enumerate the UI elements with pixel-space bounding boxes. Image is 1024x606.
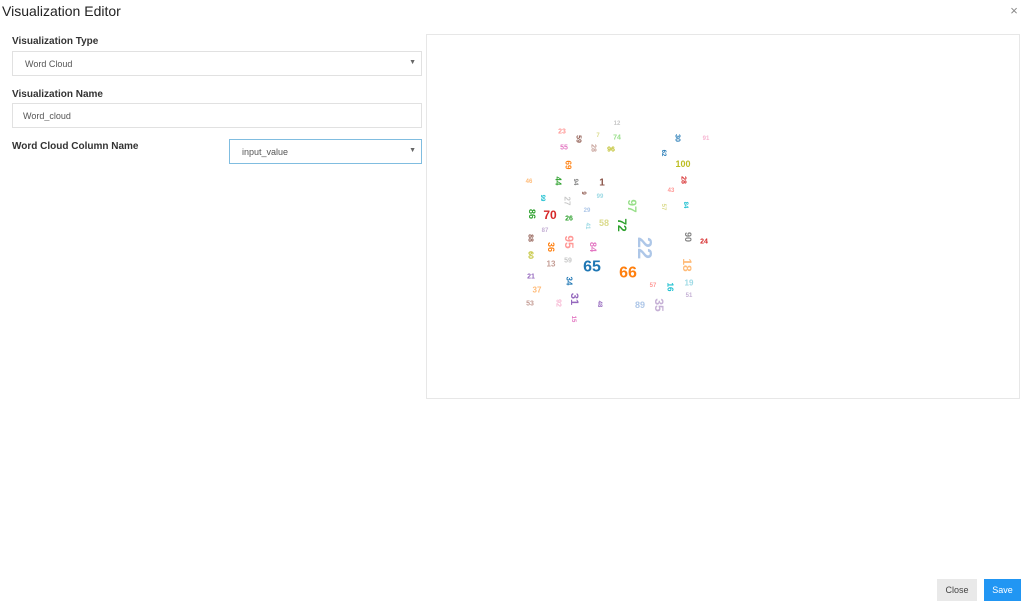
word-cloud-word: 19 xyxy=(685,279,694,288)
word-cloud-word: 99 xyxy=(597,194,604,200)
word-cloud-word: 28 xyxy=(590,144,597,152)
word-cloud-word: 24 xyxy=(700,239,708,246)
word-cloud-word: 55 xyxy=(560,145,568,152)
word-cloud-word: 86 xyxy=(527,209,537,219)
word-cloud-word: 29 xyxy=(584,208,591,214)
word-cloud-column-select[interactable]: input_value ▼ xyxy=(229,139,422,164)
word-cloud-word: 88 xyxy=(527,234,534,242)
word-cloud-word: 92 xyxy=(555,299,562,307)
word-cloud-word: 57 xyxy=(650,283,657,289)
word-cloud-word: 22 xyxy=(633,237,655,259)
word-cloud-word: 46 xyxy=(526,179,533,185)
word-cloud-word: 53 xyxy=(526,301,534,308)
word-cloud-word: 23 xyxy=(558,129,566,136)
close-icon[interactable]: × xyxy=(1007,4,1021,18)
word-cloud-word: 43 xyxy=(668,188,675,194)
word-cloud-word: 60 xyxy=(527,251,534,259)
word-cloud-word: 41 xyxy=(584,223,590,230)
word-cloud-chart: 122359 7 74 30 9155 28 96 6269 10046 44 94 1 284399 2… xyxy=(526,121,710,323)
word-cloud-word: 89 xyxy=(635,300,645,310)
visualization-type-label: Visualization Type xyxy=(12,36,99,47)
visualization-type-select[interactable]: Word Cloud ▼ xyxy=(12,51,422,76)
word-cloud-word: 84 xyxy=(588,242,598,252)
word-cloud-column-label: Word Cloud Column Name xyxy=(12,141,139,152)
word-cloud-word: 51 xyxy=(686,293,693,299)
word-cloud-word: 34 xyxy=(565,277,574,286)
word-cloud-word: 65 xyxy=(583,259,601,276)
word-cloud-word: 9 xyxy=(580,191,586,195)
word-cloud-word: 44 xyxy=(554,177,563,186)
word-cloud-word: 35 xyxy=(652,298,666,312)
word-cloud-word: 12 xyxy=(614,121,621,127)
word-cloud-word: 91 xyxy=(703,136,710,142)
word-cloud-word: 13 xyxy=(547,260,556,269)
word-cloud-word: 99 xyxy=(539,195,545,202)
word-cloud-word: 69 xyxy=(564,161,573,170)
visualization-name-label: Visualization Name xyxy=(12,89,103,100)
word-cloud-word: 21 xyxy=(527,274,535,281)
word-cloud-word: 18 xyxy=(680,258,694,272)
word-cloud-word: 36 xyxy=(546,242,556,252)
visualization-type-value: Word Cloud xyxy=(25,59,73,69)
word-cloud-word: 90 xyxy=(683,232,693,242)
close-button[interactable]: Close xyxy=(937,579,977,601)
word-cloud-word: 1 xyxy=(599,178,605,189)
chevron-down-icon: ▼ xyxy=(409,59,416,66)
word-cloud-word: 70 xyxy=(543,208,557,222)
word-cloud-word: 15 xyxy=(570,316,576,323)
word-cloud-word: 37 xyxy=(533,286,542,295)
word-cloud-word: 31 xyxy=(568,293,580,305)
word-cloud-word: 100 xyxy=(675,159,690,169)
chevron-down-icon: ▼ xyxy=(409,147,416,154)
word-cloud-word: 72 xyxy=(615,218,629,232)
word-cloud-word: 48 xyxy=(596,301,602,308)
word-cloud-word: 84 xyxy=(682,202,688,209)
word-cloud-word: 74 xyxy=(613,135,621,142)
word-cloud-word: 59 xyxy=(564,258,572,265)
word-cloud-word: 62 xyxy=(660,150,666,157)
visualization-name-input[interactable] xyxy=(12,103,422,128)
word-cloud-word: 16 xyxy=(666,283,675,292)
word-cloud-word: 30 xyxy=(674,134,681,142)
word-cloud-word: 97 xyxy=(625,199,639,213)
word-cloud-column-value: input_value xyxy=(242,147,289,157)
visualization-preview: 12 23 59 7 74 30 91 55 28 96 62 69 100 46 44 94 1 28 43 99 2… xyxy=(426,34,1020,399)
modal-title: Visualization Editor xyxy=(2,3,121,19)
word-cloud-word: 94 xyxy=(572,179,578,186)
word-cloud-word: 58 xyxy=(599,218,609,228)
word-cloud-word: 66 xyxy=(619,265,637,282)
word-cloud-word: 7 xyxy=(596,133,600,139)
word-cloud-word: 28 xyxy=(680,176,687,184)
word-cloud-word: 87 xyxy=(542,228,549,234)
word-cloud-word: 96 xyxy=(607,147,615,154)
word-cloud-word: 59 xyxy=(575,135,582,143)
word-cloud-word: 26 xyxy=(565,216,573,223)
word-cloud-word: 27 xyxy=(563,197,572,206)
word-cloud-word: 95 xyxy=(562,235,576,249)
save-button[interactable]: Save xyxy=(984,579,1021,601)
word-cloud-word: 57 xyxy=(660,204,666,211)
